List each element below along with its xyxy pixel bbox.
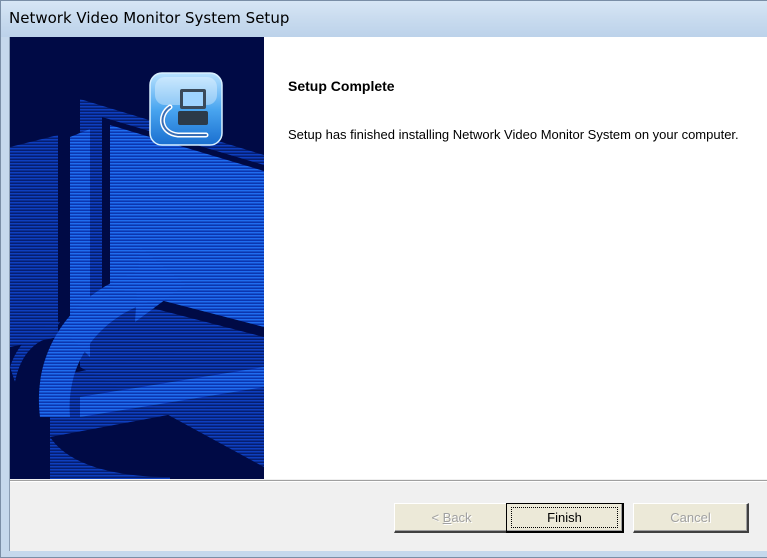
cancel-button[interactable]: Cancel [633,503,749,533]
banner-graphic [10,72,264,479]
side-banner [10,37,264,479]
finish-button-label: Finish [511,507,618,528]
page-heading: Setup Complete [288,78,395,94]
completion-message: Setup has finished installing Network Vi… [288,127,739,142]
back-button[interactable]: < Back [394,503,510,533]
dialog-client-area: Setup Complete Setup has finished instal… [9,37,767,551]
back-button-rest: ack [451,509,472,525]
finish-button[interactable]: Finish [506,503,624,533]
window-title: Network Video Monitor System Setup [9,9,290,27]
button-separator [10,480,767,482]
setup-window: Network Video Monitor System Setup Setup… [0,0,767,558]
content-panel: Setup Complete Setup has finished instal… [10,37,767,479]
title-bar[interactable]: Network Video Monitor System Setup [1,1,767,37]
back-button-prefix: < [431,509,443,525]
computer-setup-icon [149,72,223,146]
